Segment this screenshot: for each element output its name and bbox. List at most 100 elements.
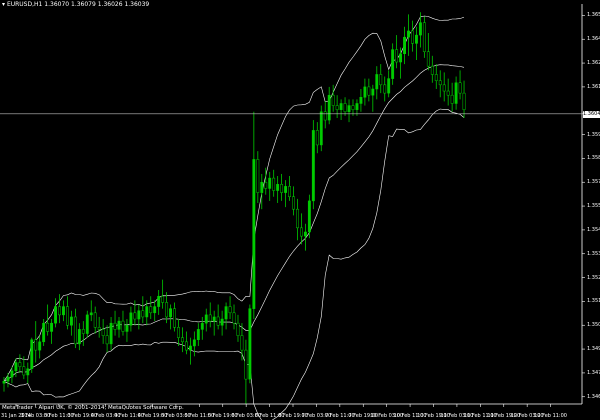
candle [236, 314, 240, 342]
candle-body [38, 341, 42, 351]
candle [347, 99, 351, 123]
candle-body [296, 208, 299, 229]
candle-body [50, 322, 54, 332]
price-tick-label: 1.35940 [587, 131, 600, 138]
candle-body [240, 335, 244, 351]
candle-body [141, 310, 145, 318]
candle-body [137, 310, 141, 320]
candle [2, 377, 6, 392]
candle [109, 316, 113, 351]
candle-body [407, 30, 410, 38]
candle-body [66, 306, 69, 326]
candle [256, 151, 260, 203]
candle [450, 82, 454, 112]
candle [315, 122, 319, 154]
candle-body [113, 322, 117, 330]
candle [363, 78, 367, 106]
candle [323, 101, 327, 129]
candle-body [224, 306, 228, 320]
candle [307, 194, 311, 239]
candle [125, 319, 129, 342]
candle [371, 84, 375, 112]
candle [181, 327, 184, 353]
candle [188, 337, 192, 365]
candle-body [161, 295, 165, 303]
candle-body [14, 362, 18, 372]
candle [105, 325, 109, 353]
candle-body [244, 349, 248, 380]
candle [69, 310, 73, 336]
candle [220, 310, 224, 336]
candle-body [450, 94, 454, 104]
price-chart[interactable] [0, 0, 600, 420]
candle [137, 304, 141, 330]
candle [133, 300, 137, 326]
candle-body [149, 306, 153, 314]
candle-body [10, 370, 14, 378]
candle [327, 86, 331, 125]
candle-body [355, 103, 359, 110]
candle [18, 354, 22, 373]
candle [97, 316, 101, 338]
candle-body [129, 312, 133, 326]
candle-body [42, 322, 46, 343]
candle-body [73, 316, 77, 345]
candle [46, 304, 50, 336]
candle-body [2, 380, 6, 384]
candle-body [204, 314, 208, 324]
candle-body [343, 103, 347, 113]
candle-body [196, 329, 200, 341]
candle [280, 173, 284, 201]
candle [177, 319, 180, 346]
candle [165, 292, 169, 324]
candle-body [77, 329, 81, 345]
candle [204, 308, 208, 332]
candle [157, 290, 161, 315]
candle-body [359, 97, 363, 104]
band-middle-line [3, 64, 465, 382]
candle-body [288, 186, 291, 197]
price-tick-label: 1.35480 [587, 226, 600, 233]
candle-body [109, 322, 113, 345]
candle [42, 319, 46, 346]
candle [228, 296, 232, 320]
candle-body [351, 105, 355, 110]
candle-body [403, 36, 406, 54]
candle [462, 80, 466, 118]
candle-body [89, 312, 93, 316]
band-lower-line [3, 108, 465, 420]
candle [129, 306, 133, 332]
candle-body [375, 74, 379, 90]
chart-header: ▾ EURUSD,H1 1.36070 1.36079 1.36026 1.36… [2, 1, 149, 8]
candle-body [272, 177, 276, 191]
candle [208, 302, 212, 328]
candle [395, 35, 399, 69]
candle [30, 337, 34, 373]
candle-body [26, 368, 30, 376]
candle [454, 76, 458, 110]
candle [89, 300, 93, 322]
candlesticks [2, 12, 466, 404]
plot-area[interactable] [0, 0, 585, 420]
candle-body [371, 88, 375, 96]
candle [141, 296, 145, 324]
bollinger-bands [3, 15, 465, 420]
price-tick-label: 1.36285 [587, 60, 600, 67]
chart-window[interactable]: ▾ EURUSD,H1 1.36070 1.36079 1.36026 1.36… [0, 0, 600, 420]
candle [311, 120, 315, 210]
candle-body [327, 94, 331, 121]
candle [387, 70, 391, 98]
price-tick-label: 1.35595 [587, 203, 600, 210]
candle-body [367, 86, 371, 96]
candle [375, 66, 379, 100]
candle [121, 310, 125, 336]
time-tick-label: 12 Feb 11:00 [534, 413, 567, 419]
candle [161, 279, 165, 309]
candle-body [379, 74, 383, 86]
candle [260, 173, 264, 210]
candle [343, 97, 347, 116]
candle-body [165, 302, 169, 318]
candle-body [173, 308, 176, 328]
candle-body [363, 86, 367, 98]
candle-body [418, 22, 422, 36]
